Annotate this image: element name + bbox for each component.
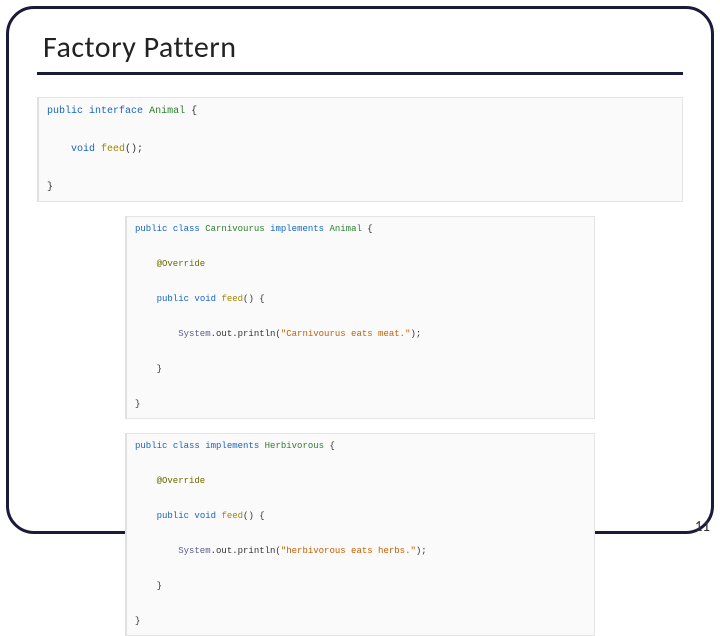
code-token: @Override xyxy=(135,259,205,269)
code-token: class xyxy=(173,441,200,451)
code-token: class xyxy=(173,224,200,234)
code-token: } xyxy=(47,182,53,193)
page-number: 11 xyxy=(695,518,710,536)
code-token: public xyxy=(135,441,167,451)
code-token: implements xyxy=(205,441,259,451)
code-token: void xyxy=(47,144,95,155)
code-token: public xyxy=(47,106,83,117)
code-token: public xyxy=(135,224,167,234)
code-token: { xyxy=(191,106,197,117)
code-token: Herbivorous xyxy=(265,441,324,451)
code-token: (); xyxy=(125,144,143,155)
code-token: @Override xyxy=(135,476,205,486)
code-token: void xyxy=(194,294,216,304)
code-token: Animal xyxy=(149,106,185,117)
code-token: .out.println( xyxy=(211,329,281,339)
code-block-carnivorous: public class Carnivourus implements Anim… xyxy=(125,216,595,419)
code-token: } xyxy=(135,581,162,591)
code-token: "Carnivourus eats meat." xyxy=(281,329,411,339)
code-token: public xyxy=(135,511,189,521)
code-token: } xyxy=(135,399,140,409)
code-token: implements xyxy=(270,224,324,234)
code-token: } xyxy=(135,616,140,626)
slide-frame: Factory Pattern public interface Animal … xyxy=(6,6,714,534)
code-token: feed xyxy=(101,144,125,155)
code-token: interface xyxy=(89,106,143,117)
code-block-interface: public interface Animal { void feed(); } xyxy=(37,97,683,202)
code-token: Animal xyxy=(329,224,361,234)
code-token: { xyxy=(362,224,373,234)
code-block-herbivorous: public class implements Herbivorous { @O… xyxy=(125,433,595,636)
code-token: () { xyxy=(243,511,265,521)
code-token: () { xyxy=(243,294,265,304)
code-token: System xyxy=(135,546,211,556)
code-token: } xyxy=(135,364,162,374)
code-token: "herbivorous eats herbs." xyxy=(281,546,416,556)
code-token: System xyxy=(135,329,211,339)
code-token: .out.println( xyxy=(211,546,281,556)
code-token: ); xyxy=(416,546,427,556)
code-token: feed xyxy=(221,294,243,304)
code-token: Carnivourus xyxy=(205,224,264,234)
code-token: feed xyxy=(221,511,243,521)
code-token: ); xyxy=(410,329,421,339)
code-token: public xyxy=(135,294,189,304)
code-token: { xyxy=(324,441,335,451)
code-token: void xyxy=(194,511,216,521)
slide-title: Factory Pattern xyxy=(37,27,683,75)
